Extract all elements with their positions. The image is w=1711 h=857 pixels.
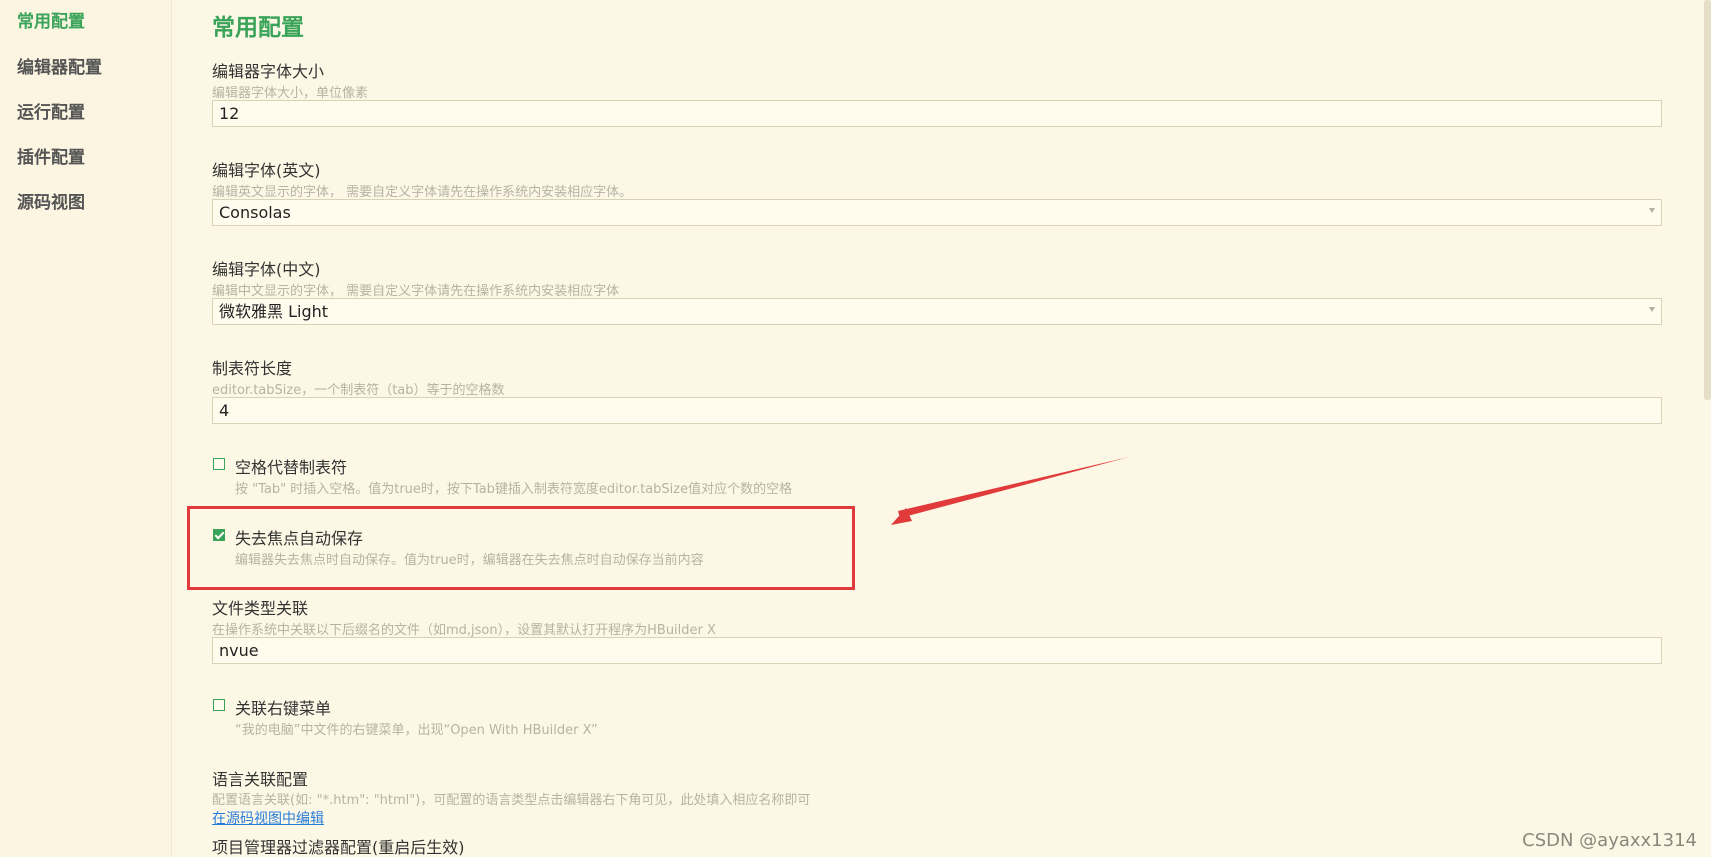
auto-save-label[interactable]: 失去焦点自动保存 <box>235 525 363 549</box>
font-cn-value: 微软雅黑 Light <box>219 302 329 321</box>
sidebar-item-run[interactable]: 运行配置 <box>17 98 85 123</box>
file-assoc-desc: 在操作系统中关联以下后缀名的文件（如md,json），设置其默认打开程序为HBu… <box>212 623 716 638</box>
file-assoc-label: 文件类型关联 <box>212 599 309 618</box>
insert-spaces-label[interactable]: 空格代替制表符 <box>235 454 347 478</box>
auto-save-desc: 编辑器失去焦点时自动保存。值为true时，编辑器在失去焦点时自动保存当前内容 <box>235 553 704 568</box>
tab-size-value: 4 <box>219 401 230 420</box>
sidebar-item-plugins[interactable]: 插件配置 <box>17 143 85 168</box>
font-cn-desc: 编辑中文显示的字体， 需要自定义字体请先在操作系统内安装相应字体 <box>212 284 620 299</box>
file-assoc-input[interactable]: nvue <box>212 637 1662 664</box>
lang-assoc-label: 语言关联配置 <box>212 770 309 789</box>
tab-size-input[interactable]: 4 <box>212 397 1662 424</box>
tab-size-desc: editor.tabSize，一个制表符（tab）等于的空格数 <box>212 383 505 398</box>
sidebar: 常用配置 编辑器配置 运行配置 插件配置 源码视图 <box>0 0 172 857</box>
context-menu-checkbox[interactable] <box>213 699 225 711</box>
file-assoc-value: nvue <box>219 641 259 660</box>
project-filter-label: 项目管理器过滤器配置(重启后生效) <box>212 838 465 857</box>
font-size-label: 编辑器字体大小 <box>212 62 325 81</box>
watermark: CSDN @ayaxx1314 <box>1522 830 1697 851</box>
font-en-label: 编辑字体(英文) <box>212 161 321 180</box>
auto-save-checkbox[interactable] <box>213 529 225 541</box>
font-en-desc: 编辑英文显示的字体， 需要自定义字体请先在操作系统内安装相应字体。 <box>212 185 633 200</box>
font-size-value: 12 <box>219 104 240 123</box>
insert-spaces-desc: 按 "Tab" 时插入空格。值为true时，按下Tab键插入制表符宽度edito… <box>235 482 793 497</box>
lang-assoc-desc: 配置语言关联(如: "*.htm": "html")，可配置的语言类型点击编辑器… <box>212 793 811 808</box>
sidebar-item-source-view[interactable]: 源码视图 <box>17 188 85 213</box>
edit-in-source-view-link[interactable]: 在源码视图中编辑 <box>212 808 324 828</box>
settings-window: 常用配置 编辑器配置 运行配置 插件配置 源码视图 常用配置 编辑器字体大小 编… <box>0 0 1711 857</box>
font-size-desc: 编辑器字体大小，单位像素 <box>212 86 369 101</box>
chevron-down-icon <box>1649 208 1655 213</box>
settings-panel: 常用配置 编辑器字体大小 编辑器字体大小，单位像素 12 编辑字体(英文) 编辑… <box>171 0 1711 857</box>
font-cn-label: 编辑字体(中文) <box>212 260 321 279</box>
chevron-down-icon <box>1649 307 1655 312</box>
font-en-select[interactable]: Consolas <box>212 199 1662 226</box>
vertical-scrollbar[interactable] <box>1704 0 1711 400</box>
context-menu-desc: “我的电脑”中文件的右键菜单，出现“Open With HBuilder X” <box>235 723 598 738</box>
tab-size-label: 制表符长度 <box>212 359 293 378</box>
context-menu-label[interactable]: 关联右键菜单 <box>235 695 331 719</box>
sidebar-item-editor[interactable]: 编辑器配置 <box>17 53 102 78</box>
font-en-value: Consolas <box>219 203 291 222</box>
sidebar-item-common[interactable]: 常用配置 <box>17 7 85 32</box>
insert-spaces-checkbox[interactable] <box>213 458 225 470</box>
font-cn-select[interactable]: 微软雅黑 Light <box>212 298 1662 325</box>
page-title: 常用配置 <box>212 15 304 41</box>
font-size-input[interactable]: 12 <box>212 100 1662 127</box>
